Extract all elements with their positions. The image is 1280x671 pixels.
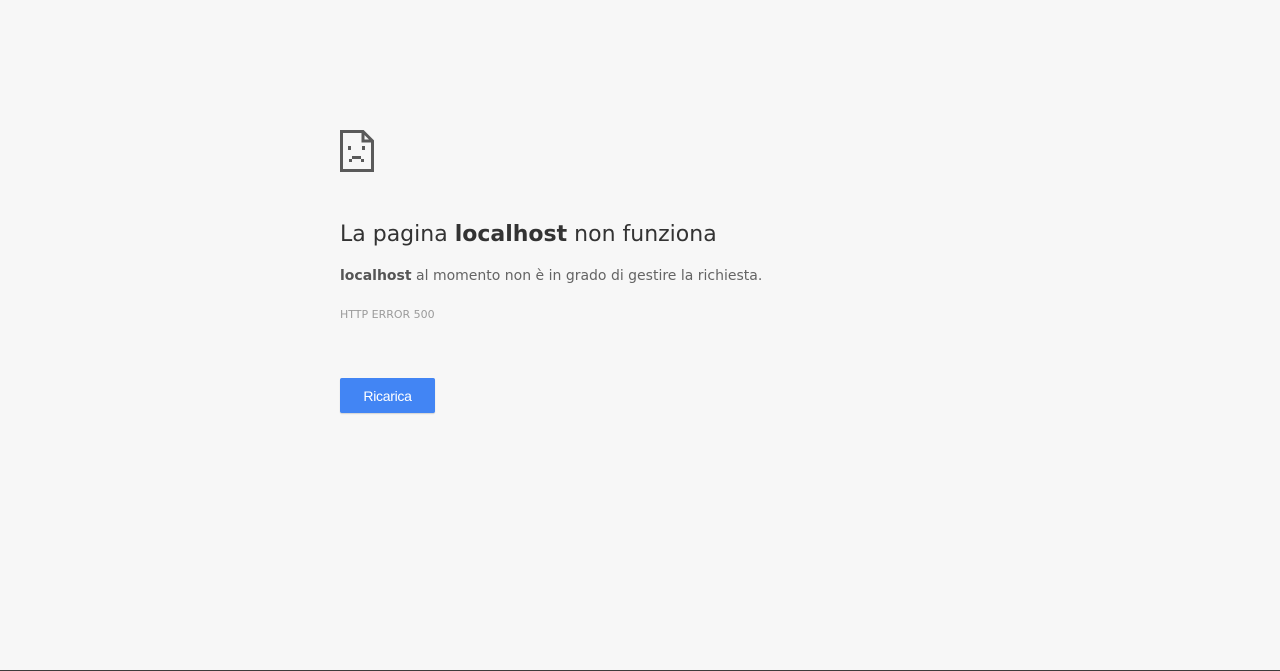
reload-button[interactable]: Ricarica xyxy=(340,378,435,413)
title-host: localhost xyxy=(454,222,568,247)
error-code: HTTP ERROR 500 xyxy=(340,308,435,321)
page-title: La pagina localhost non funziona xyxy=(340,218,717,252)
title-prefix: La pagina xyxy=(340,222,455,247)
error-page: La pagina localhost non funziona localho… xyxy=(340,130,762,413)
title-suffix: non funziona xyxy=(567,222,717,247)
sad-page-icon xyxy=(340,130,374,172)
message-text: al momento non è in grado di gestire la … xyxy=(411,268,763,284)
message-host: localhost xyxy=(340,268,412,284)
error-message: localhost al momento non è in grado di g… xyxy=(340,266,762,286)
